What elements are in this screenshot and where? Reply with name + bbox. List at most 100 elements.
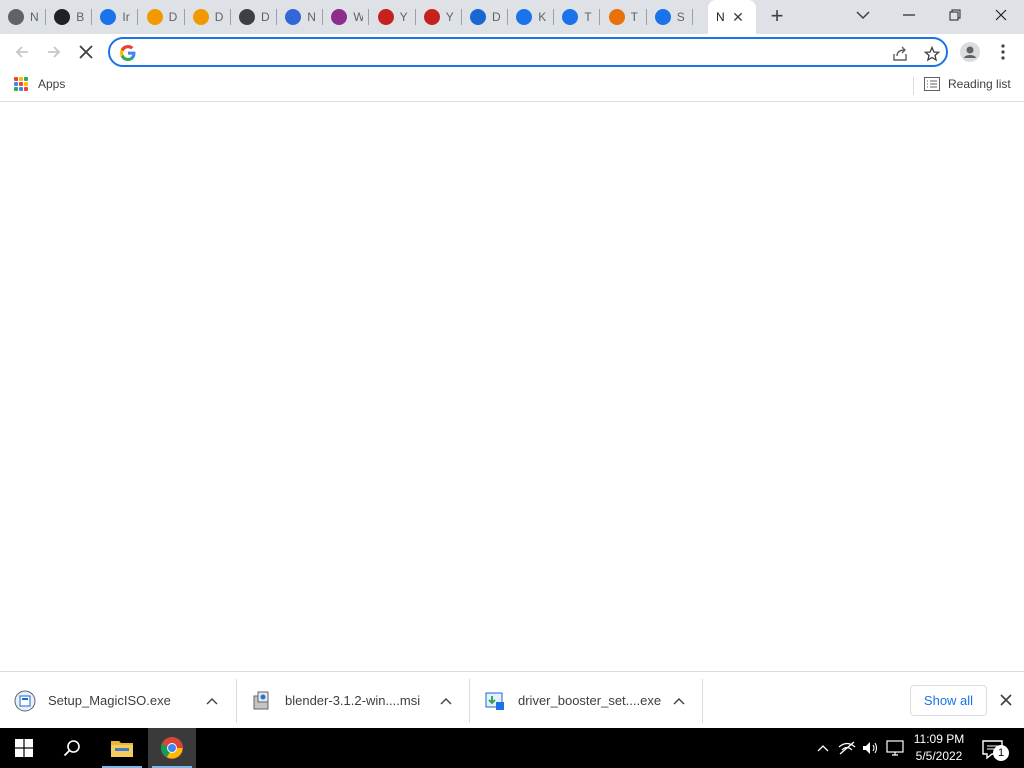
clock-time: 11:09 PM bbox=[913, 732, 965, 746]
restore-button[interactable] bbox=[932, 0, 978, 30]
volume-button[interactable] bbox=[861, 738, 881, 758]
star-icon bbox=[924, 46, 940, 62]
browser-tab[interactable]: Y bbox=[370, 0, 416, 34]
disc-icon bbox=[239, 9, 255, 25]
chrome-icon bbox=[8, 9, 24, 25]
windows-logo-icon bbox=[15, 739, 33, 757]
close-icon bbox=[995, 9, 1007, 21]
address-bar[interactable] bbox=[108, 37, 948, 67]
installer-icon bbox=[100, 9, 117, 25]
stop-loading-button[interactable] bbox=[72, 38, 100, 66]
tab-title: T bbox=[584, 10, 592, 24]
share-icon bbox=[893, 46, 907, 61]
menu-button[interactable] bbox=[989, 38, 1017, 66]
minimize-button[interactable] bbox=[886, 0, 932, 30]
browser-tab[interactable]: B bbox=[46, 0, 93, 34]
download-filename: Setup_MagicISO.exe bbox=[48, 693, 171, 708]
reading-list-label: Reading list bbox=[948, 77, 1011, 91]
download-shelf: Setup_MagicISO.exe blender-3.1.2-win....… bbox=[0, 671, 1024, 728]
download-item[interactable]: driver_booster_set....exe bbox=[470, 678, 702, 723]
tab-title: D bbox=[261, 10, 270, 24]
download-item[interactable]: Setup_MagicISO.exe bbox=[0, 678, 236, 723]
tab-title: Ir bbox=[122, 10, 130, 24]
chevron-up-icon bbox=[206, 698, 218, 705]
close-tab-icon[interactable]: ✕ bbox=[730, 9, 746, 25]
download-menu-button[interactable] bbox=[436, 691, 456, 711]
msi-package-icon bbox=[253, 691, 269, 709]
stop-icon bbox=[79, 45, 93, 59]
media-player-icon bbox=[423, 9, 440, 25]
tab-title: D bbox=[168, 10, 178, 24]
browser-tab[interactable]: T bbox=[554, 0, 601, 34]
browser-tab[interactable]: Ir bbox=[92, 0, 139, 34]
tab-title: K bbox=[538, 10, 547, 24]
file-explorer-taskbar-button[interactable] bbox=[98, 728, 146, 768]
network-status-button[interactable] bbox=[837, 738, 857, 758]
browser-tab[interactable]: D bbox=[139, 0, 185, 34]
bookmark-star-button[interactable] bbox=[922, 44, 942, 64]
share-button[interactable] bbox=[890, 44, 910, 64]
minimize-icon bbox=[903, 14, 915, 16]
loading-icon bbox=[654, 9, 671, 25]
reading-list-button[interactable]: Reading list bbox=[924, 77, 1011, 91]
browser-tab[interactable]: D bbox=[462, 0, 508, 34]
system-clock[interactable]: 11:09 PM 5/5/2022 bbox=[906, 731, 972, 765]
download-separator bbox=[702, 679, 703, 723]
search-button[interactable] bbox=[48, 728, 96, 768]
new-tab-button[interactable]: + bbox=[764, 5, 790, 29]
arrow-down-icon bbox=[470, 9, 486, 25]
download-item[interactable]: blender-3.1.2-win....msi bbox=[237, 678, 469, 723]
tab-search-button[interactable] bbox=[840, 0, 886, 30]
browser-tab[interactable]: N bbox=[0, 0, 46, 34]
tab-title: W bbox=[353, 10, 364, 24]
bookmarks-bar: Apps Reading list bbox=[0, 70, 1024, 102]
browser-tab[interactable]: T bbox=[601, 0, 647, 34]
google-icon bbox=[120, 45, 136, 61]
tab-separator bbox=[691, 9, 693, 25]
tab-title: D bbox=[214, 10, 224, 24]
chrome-icon bbox=[160, 737, 183, 759]
chrome-taskbar-button[interactable] bbox=[148, 728, 196, 768]
show-hidden-icons-button[interactable] bbox=[813, 738, 833, 758]
tab-title: Y bbox=[445, 10, 454, 24]
reading-list-icon bbox=[924, 77, 940, 91]
chevron-up-icon bbox=[673, 698, 685, 705]
blue-square-icon bbox=[516, 9, 533, 25]
arrow-right-icon bbox=[48, 46, 61, 58]
show-all-downloads-button[interactable]: Show all bbox=[910, 685, 987, 716]
apps-shortcut[interactable]: Apps bbox=[14, 77, 65, 91]
arrow-left-icon bbox=[15, 46, 28, 58]
download-menu-button[interactable] bbox=[669, 691, 689, 711]
browser-tab[interactable]: N bbox=[277, 0, 324, 34]
browser-tab[interactable]: D bbox=[185, 0, 231, 34]
media-player-icon bbox=[377, 9, 394, 25]
close-shelf-button[interactable] bbox=[996, 690, 1016, 710]
avatar-icon bbox=[960, 42, 980, 62]
tab-title: S bbox=[676, 10, 685, 24]
tab-active[interactable]: N ✕ bbox=[708, 0, 756, 34]
blender-icon bbox=[608, 9, 625, 25]
close-window-button[interactable] bbox=[978, 0, 1024, 30]
back-button[interactable] bbox=[8, 38, 36, 66]
profile-button[interactable] bbox=[956, 38, 984, 66]
browser-tab[interactable]: K bbox=[508, 0, 555, 34]
forward-button[interactable] bbox=[40, 38, 68, 66]
tab-title: B bbox=[76, 10, 85, 24]
browser-tab[interactable]: Y bbox=[416, 0, 462, 34]
chevron-up-icon bbox=[817, 745, 829, 752]
apps-grid-icon bbox=[14, 77, 28, 91]
browser-tab[interactable]: S bbox=[647, 0, 693, 34]
sail-icon bbox=[285, 9, 302, 25]
browser-tab[interactable]: D bbox=[231, 0, 277, 34]
action-center-tray-button[interactable] bbox=[885, 738, 905, 758]
winrar-icon bbox=[331, 9, 348, 25]
start-button[interactable] bbox=[0, 728, 48, 768]
browser-tab[interactable]: W bbox=[323, 0, 370, 34]
tab-title: N bbox=[307, 10, 316, 24]
driver-booster-icon bbox=[485, 692, 504, 710]
apps-label: Apps bbox=[38, 77, 66, 91]
page-content bbox=[0, 103, 1024, 671]
address-input[interactable] bbox=[144, 43, 874, 61]
download-filename: blender-3.1.2-win....msi bbox=[285, 693, 421, 708]
download-menu-button[interactable] bbox=[202, 691, 222, 711]
